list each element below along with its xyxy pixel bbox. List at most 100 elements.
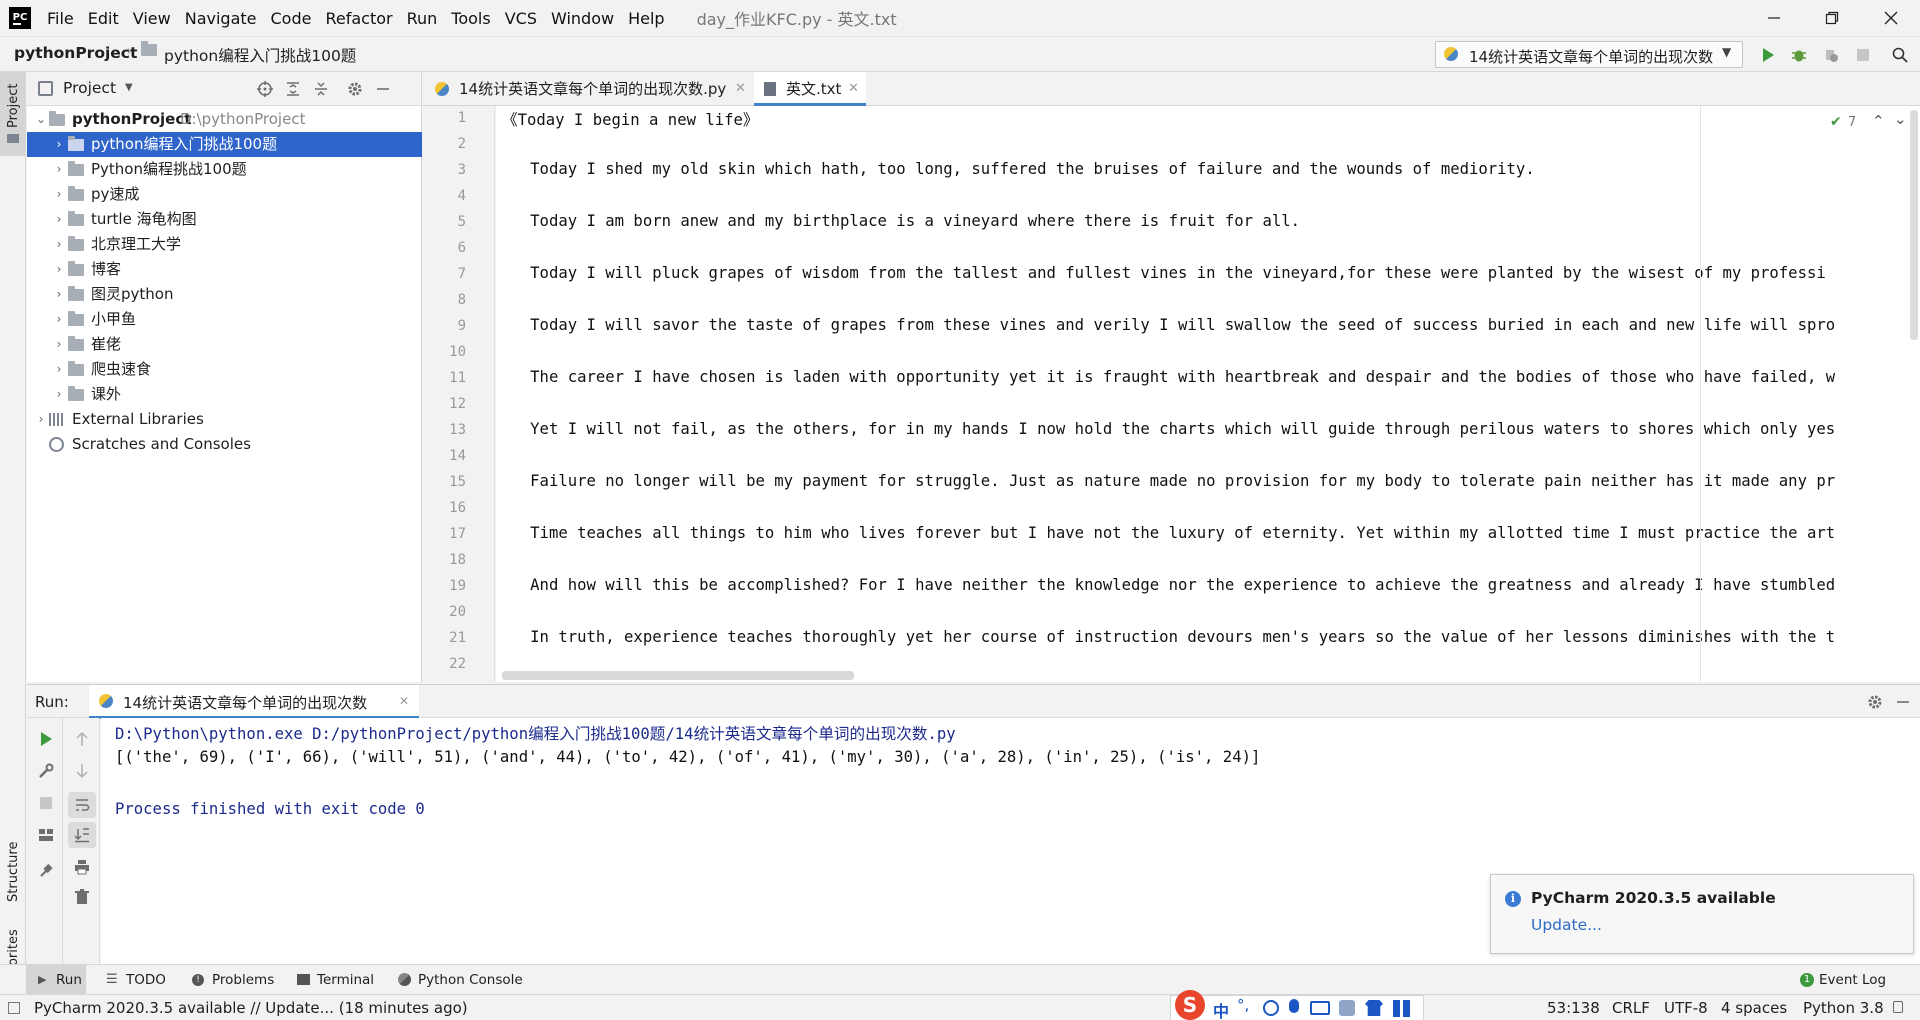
chevron-right-icon[interactable]: › (52, 232, 66, 257)
hide-run-panel-button[interactable] (1893, 692, 1913, 712)
chevron-down-icon[interactable]: ⌄ (34, 107, 48, 132)
menu-file[interactable]: File (47, 9, 74, 28)
tree-item-folder[interactable]: › 北京理工大学 (27, 232, 422, 257)
tree-item-folder[interactable]: › 爬虫速食 (27, 357, 422, 382)
tree-item-folder[interactable]: › 小甲鱼 (27, 307, 422, 332)
project-view-title[interactable]: Project (63, 79, 116, 97)
tree-item-folder[interactable]: › 课外 (27, 382, 422, 407)
clear-all-button[interactable] (71, 886, 93, 908)
menu-navigate[interactable]: Navigate (185, 9, 257, 28)
tab-py-file[interactable]: 14统计英语文章每个单词的出现次数.py ✕ (423, 72, 753, 106)
run-configuration-select[interactable]: 14统计英语文章每个单词的出现次数 ▼ (1435, 41, 1743, 68)
menu-tools[interactable]: Tools (451, 9, 490, 28)
search-everywhere-button[interactable] (1888, 43, 1912, 67)
inspection-widget[interactable]: ✔ 7 ⌃ ⌄ (1830, 110, 1910, 134)
edit-config-button[interactable] (35, 760, 57, 782)
menu-view[interactable]: View (133, 9, 171, 28)
toolbox-icon[interactable] (1393, 1000, 1410, 1017)
emoji-icon[interactable] (1263, 1000, 1279, 1016)
restore-button[interactable] (1803, 0, 1861, 36)
chevron-right-icon[interactable]: › (52, 357, 66, 382)
soft-wrap-button[interactable] (68, 792, 96, 818)
project-settings-button[interactable] (345, 79, 365, 99)
file-encoding[interactable]: UTF-8 (1664, 995, 1708, 1020)
update-link[interactable]: Update... (1531, 916, 1602, 934)
close-tab-icon[interactable]: ✕ (848, 72, 859, 106)
close-tab-icon[interactable]: ✕ (399, 694, 409, 708)
chevron-right-icon[interactable]: › (52, 382, 66, 407)
project-tool-tab[interactable]: Project (0, 72, 26, 156)
stop-button[interactable] (1851, 43, 1875, 67)
tree-item-folder[interactable]: › py速成 (27, 182, 422, 207)
line-separator[interactable]: CRLF (1612, 995, 1650, 1020)
debug-button[interactable] (1787, 43, 1811, 67)
scroll-up-button[interactable] (71, 728, 93, 750)
event-log-tool-button[interactable]: 1 Event Log (1800, 965, 1900, 995)
editor-text-area[interactable]: 《Today I begin a new life》 Today I shed … (496, 106, 1920, 682)
todo-tool-button[interactable]: ☰ TODO (106, 965, 176, 995)
problems-tool-button[interactable]: ! Problems (192, 965, 282, 995)
tree-item-folder[interactable]: › turtle 海龟构图 (27, 207, 422, 232)
rerun-button[interactable] (35, 728, 57, 750)
chevron-right-icon[interactable]: › (34, 407, 48, 432)
tab-txt-file[interactable]: 英文.txt ✕ (754, 72, 866, 106)
tree-item-folder[interactable]: › 崔佬 (27, 332, 422, 357)
tree-item-root[interactable]: ⌄ pythonProject D:\pythonProject (27, 107, 422, 132)
chevron-right-icon[interactable]: › (52, 307, 66, 332)
terminal-tool-button[interactable]: Terminal (297, 965, 387, 995)
ime-mode-indicator[interactable]: 中 (1213, 998, 1229, 1020)
chevron-right-icon[interactable]: › (52, 257, 66, 282)
python-console-tool-button[interactable]: Python Console (398, 965, 528, 995)
tree-item-folder[interactable]: › Python编程挑战100题 (27, 157, 422, 182)
menu-edit[interactable]: Edit (88, 9, 119, 28)
chevron-right-icon[interactable]: › (52, 157, 66, 182)
minimize-button[interactable] (1745, 0, 1803, 36)
chevron-right-icon[interactable]: › (52, 182, 66, 207)
microphone-icon[interactable] (1289, 999, 1299, 1013)
print-button[interactable] (71, 856, 93, 878)
tree-item-folder[interactable]: › 图灵python (27, 282, 422, 307)
tree-item-folder[interactable]: › 博客 (27, 257, 422, 282)
python-interpreter[interactable]: Python 3.8 (1803, 995, 1884, 1020)
breadcrumb-folder[interactable]: python编程入门挑战100题 (164, 44, 356, 66)
toggle-tool-windows-icon[interactable] (8, 1002, 20, 1014)
sogou-ime-icon[interactable]: S (1175, 990, 1205, 1020)
run-tab[interactable]: 14统计英语文章每个单词的出现次数 ✕ (89, 685, 419, 719)
tree-item-folder[interactable]: › python编程入门挑战100题 (27, 132, 422, 157)
horizontal-scrollbar[interactable] (502, 671, 854, 680)
chevron-down-icon[interactable]: ▼ (125, 82, 133, 93)
close-window-button[interactable] (1862, 0, 1920, 36)
chevron-down-icon[interactable]: ⌄ (1894, 110, 1907, 128)
menu-run[interactable]: Run (407, 9, 438, 28)
run-settings-button[interactable] (1865, 692, 1885, 712)
status-message[interactable]: PyCharm 2020.3.5 available // Update... … (34, 995, 468, 1020)
coverage-button[interactable] (1819, 43, 1843, 67)
indent-setting[interactable]: 4 spaces (1721, 995, 1787, 1020)
chevron-right-icon[interactable]: › (52, 332, 66, 357)
pin-tab-button[interactable] (35, 860, 57, 882)
menu-refactor[interactable]: Refactor (325, 9, 392, 28)
menu-help[interactable]: Help (628, 9, 664, 28)
lock-icon[interactable] (1893, 1001, 1903, 1013)
close-tab-icon[interactable]: ✕ (735, 72, 746, 106)
hide-panel-button[interactable] (373, 79, 393, 99)
scroll-to-end-button[interactable] (68, 822, 96, 848)
chevron-right-icon[interactable]: › (52, 282, 66, 307)
user-icon[interactable] (1339, 1000, 1355, 1016)
layout-button[interactable] (35, 824, 57, 846)
menu-code[interactable]: Code (271, 9, 312, 28)
keyboard-icon[interactable] (1310, 1001, 1330, 1015)
menu-window[interactable]: Window (551, 9, 614, 28)
vertical-scrollbar[interactable] (1910, 110, 1918, 340)
collapse-all-button[interactable] (311, 79, 331, 99)
chevron-right-icon[interactable]: › (52, 207, 66, 232)
locate-file-button[interactable] (255, 79, 275, 99)
breadcrumb-project[interactable]: pythonProject (14, 44, 137, 62)
run-tool-button[interactable]: ▶ Run (26, 965, 86, 995)
chevron-right-icon[interactable]: › (52, 132, 66, 157)
chevron-up-icon[interactable]: ⌃ (1872, 112, 1885, 130)
stop-run-button[interactable] (35, 792, 57, 814)
scroll-down-button[interactable] (71, 760, 93, 782)
skin-icon[interactable] (1365, 1000, 1383, 1016)
menu-vcs[interactable]: VCS (505, 9, 537, 28)
